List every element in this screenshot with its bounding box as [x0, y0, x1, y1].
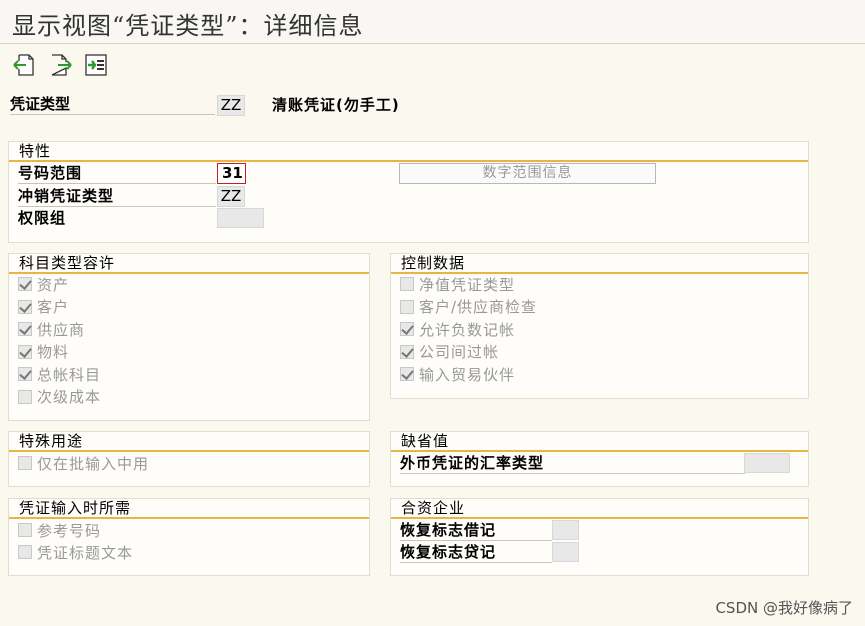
select-other-button[interactable] [84, 53, 108, 77]
group-title: 特殊用途 [9, 432, 369, 452]
number-range-field[interactable]: 31 [217, 163, 246, 184]
checkbox-checked-icon[interactable] [18, 277, 32, 291]
arrow-left-page-icon [13, 54, 34, 76]
checkbox-label: 仅在批输入中用 [37, 454, 150, 473]
document-type-field[interactable]: ZZ [217, 95, 245, 116]
credit-recovery-field[interactable] [552, 542, 579, 562]
checkbox-item[interactable]: 凭证标题文本 [18, 542, 133, 562]
checkbox-item[interactable]: 物料 [18, 342, 69, 362]
toolbar [0, 45, 865, 85]
next-entry-button[interactable] [49, 53, 73, 77]
checkbox-item[interactable]: 公司间过帐 [400, 342, 499, 362]
checkbox-label: 公司间过帐 [419, 343, 500, 361]
checkbox-item[interactable]: 资产 [18, 274, 69, 294]
checkbox-label: 客户 [37, 298, 70, 316]
document-type-description: 清账凭证(勿手工) [272, 96, 400, 114]
checkbox-checked-icon[interactable] [18, 367, 32, 381]
group-title: 缺省值 [391, 432, 808, 452]
authorization-group-label: 权限组 [18, 209, 67, 227]
watermark: CSDN @我好像病了 [715, 599, 853, 617]
checkbox-unchecked-icon[interactable] [400, 277, 414, 291]
number-range-label: 号码范围 [18, 163, 216, 184]
checkbox-item[interactable]: 输入贸易伙伴 [400, 364, 515, 384]
checkbox-unchecked-icon[interactable] [18, 456, 32, 470]
exchange-rate-type-label: 外币凭证的汇率类型 [400, 453, 745, 474]
window-title: 显示视图“凭证类型”：详细信息 [12, 12, 364, 40]
checkbox-item[interactable]: 供应商 [18, 319, 85, 339]
checkbox-item[interactable]: 总帐科目 [18, 364, 101, 384]
checkbox-unchecked-icon[interactable] [18, 389, 32, 404]
arrow-right-page-icon [51, 54, 72, 76]
number-range-info-button[interactable]: 数字范围信息 [399, 163, 656, 184]
credit-recovery-label: 恢复标志贷记 [400, 542, 552, 563]
group-title: 科目类型容许 [9, 254, 369, 274]
authorization-group-field[interactable] [217, 208, 264, 228]
checkbox-label: 允许负数记帐 [419, 320, 516, 339]
checkbox-checked-icon[interactable] [400, 322, 414, 336]
group-title: 控制数据 [391, 254, 808, 274]
debit-recovery-field[interactable] [552, 520, 579, 540]
checkbox-label: 参考号码 [37, 521, 102, 540]
checkbox-label: 客户/供应商检查 [419, 298, 538, 316]
checkbox-item[interactable]: 净值凭证类型 [400, 274, 515, 294]
checkbox-unchecked-icon[interactable] [400, 299, 414, 314]
checkbox-label: 资产 [37, 275, 70, 294]
checkbox-label: 次级成本 [37, 388, 102, 406]
checkbox-label: 净值凭证类型 [419, 275, 516, 294]
checkbox-item[interactable]: 客户 [18, 297, 69, 317]
checkbox-checked-icon[interactable] [400, 344, 414, 359]
reverse-doc-type-label: 冲销凭证类型 [18, 186, 216, 207]
group-title: 特性 [9, 142, 808, 162]
checkbox-item[interactable]: 客户/供应商检查 [400, 297, 537, 317]
checkbox-label: 物料 [37, 343, 70, 361]
checkbox-label: 总帐科目 [37, 365, 102, 384]
document-type-label: 凭证类型 [10, 95, 215, 115]
checkbox-label: 供应商 [37, 320, 86, 339]
reverse-doc-type-field[interactable]: ZZ [217, 186, 245, 207]
checkbox-checked-icon[interactable] [18, 299, 32, 314]
group-title: 合资企业 [391, 499, 808, 519]
debit-recovery-label: 恢复标志借记 [400, 520, 552, 541]
checkbox-item[interactable]: 参考号码 [18, 520, 101, 540]
checkbox-checked-icon[interactable] [18, 322, 32, 336]
previous-entry-button[interactable] [12, 53, 36, 77]
checkbox-item[interactable]: 允许负数记帐 [400, 319, 515, 339]
checkbox-item[interactable]: 次级成本 [18, 387, 101, 407]
checkbox-unchecked-icon[interactable] [18, 523, 32, 537]
checkbox-checked-icon[interactable] [400, 367, 414, 381]
checkbox-unchecked-icon[interactable] [18, 545, 32, 559]
select-list-icon [85, 54, 107, 76]
checkbox-label: 输入贸易伙伴 [419, 365, 516, 384]
title-bar: 显示视图“凭证类型”：详细信息 [0, 0, 865, 44]
checkbox-item[interactable]: 仅在批输入中用 [18, 453, 149, 473]
checkbox-label: 凭证标题文本 [37, 543, 134, 562]
checkbox-checked-icon[interactable] [18, 344, 32, 359]
exchange-rate-type-field[interactable] [744, 453, 790, 473]
group-title: 凭证输入时所需 [9, 499, 369, 519]
